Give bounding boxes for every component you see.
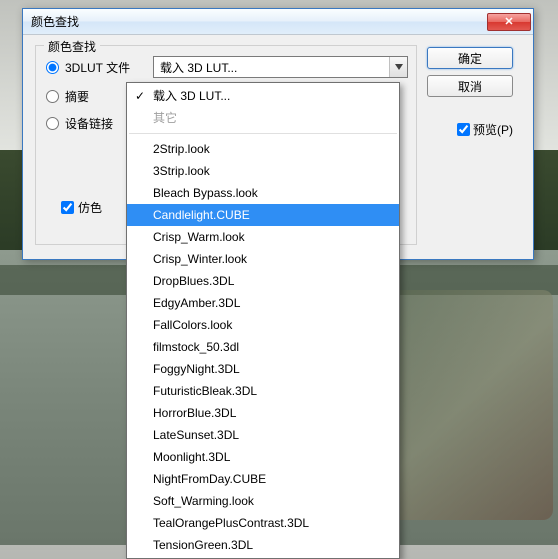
lut-combobox[interactable]: 载入 3D LUT... [153, 56, 408, 78]
dropdown-item-label: FoggyNight.3DL [153, 362, 240, 376]
preview-checkbox[interactable] [457, 123, 470, 136]
dropdown-item[interactable]: Soft_Warming.look [127, 490, 399, 512]
dropdown-item[interactable]: Crisp_Warm.look [127, 226, 399, 248]
dropdown-item-label: 载入 3D LUT... [153, 89, 230, 103]
radio-abstract[interactable] [46, 90, 59, 103]
dropdown-item-label: EdgyAmber.3DL [153, 296, 240, 310]
dropdown-item[interactable]: Moonlight.3DL [127, 446, 399, 468]
lut-combobox-value: 载入 3D LUT... [160, 59, 389, 76]
dropdown-item[interactable]: FoggyNight.3DL [127, 358, 399, 380]
dropdown-item-label: Crisp_Winter.look [153, 252, 247, 266]
dropdown-item[interactable]: TensionGreen.3DL [127, 534, 399, 556]
dropdown-item-label: Bleach Bypass.look [153, 186, 258, 200]
dropdown-item-label: DropBlues.3DL [153, 274, 234, 288]
dropdown-item[interactable]: FuturisticBleak.3DL [127, 380, 399, 402]
titlebar[interactable]: 颜色查找 ✕ [23, 9, 533, 35]
preview-checkbox-row[interactable]: 预览(P) [457, 121, 513, 138]
dropdown-item-label: Crisp_Warm.look [153, 230, 245, 244]
dropdown-item-label: LateSunset.3DL [153, 428, 239, 442]
radio-device[interactable] [46, 117, 59, 130]
radio-3dlut-label: 3DLUT 文件 [65, 59, 147, 76]
dropdown-item[interactable]: Candlelight.CUBE [127, 204, 399, 226]
dropdown-item[interactable]: NightFromDay.CUBE [127, 468, 399, 490]
dropdown-item[interactable]: EdgyAmber.3DL [127, 292, 399, 314]
dialog-title: 颜色查找 [31, 13, 487, 30]
dropdown-item-label: Candlelight.CUBE [153, 208, 250, 222]
dropdown-item-label: 2Strip.look [153, 142, 210, 156]
dropdown-item[interactable]: filmstock_50.3dl [127, 336, 399, 358]
preview-label: 预览(P) [473, 121, 513, 138]
background-boats [373, 290, 553, 520]
dropdown-item-label: NightFromDay.CUBE [153, 472, 266, 486]
dropdown-item-label: FuturisticBleak.3DL [153, 384, 257, 398]
dropdown-item[interactable]: Crisp_Winter.look [127, 248, 399, 270]
dropdown-item-label: 3Strip.look [153, 164, 210, 178]
close-icon: ✕ [504, 15, 513, 28]
check-icon: ✓ [135, 88, 145, 104]
dropdown-item[interactable]: 2Strip.look [127, 138, 399, 160]
chevron-down-icon [389, 57, 407, 77]
dropdown-item[interactable]: HorrorBlue.3DL [127, 402, 399, 424]
fieldset-legend: 颜色查找 [44, 38, 100, 55]
dropdown-item[interactable]: Bleach Bypass.look [127, 182, 399, 204]
dropdown-item-other: 其它 [127, 107, 399, 129]
dropdown-separator [129, 133, 397, 134]
dropdown-item-label: Moonlight.3DL [153, 450, 230, 464]
option-row-3dlut: 3DLUT 文件 载入 3D LUT... [46, 56, 408, 78]
dither-label: 仿色 [78, 199, 102, 216]
dropdown-item-label: HorrorBlue.3DL [153, 406, 236, 420]
dropdown-item-label: TensionGreen.3DL [153, 538, 253, 552]
dropdown-item-label: Soft_Warming.look [153, 494, 254, 508]
radio-3dlut[interactable] [46, 61, 59, 74]
lut-dropdown-list[interactable]: ✓ 载入 3D LUT... 其它 2Strip.look 3Strip.look… [126, 82, 400, 559]
dropdown-item-label: FallColors.look [153, 318, 232, 332]
dither-checkbox[interactable] [61, 201, 74, 214]
dropdown-item-label: filmstock_50.3dl [153, 340, 239, 354]
cancel-button[interactable]: 取消 [427, 75, 513, 97]
dither-checkbox-row[interactable]: 仿色 [61, 199, 102, 216]
dropdown-item-label: TealOrangePlusContrast.3DL [153, 516, 309, 530]
dropdown-item-current[interactable]: ✓ 载入 3D LUT... [127, 85, 399, 107]
dropdown-item-label: 其它 [153, 111, 177, 125]
dropdown-item[interactable]: 3Strip.look [127, 160, 399, 182]
dropdown-item[interactable]: DropBlues.3DL [127, 270, 399, 292]
dropdown-item[interactable]: FallColors.look [127, 314, 399, 336]
close-button[interactable]: ✕ [487, 13, 531, 31]
dropdown-item[interactable]: TealOrangePlusContrast.3DL [127, 512, 399, 534]
button-column: 确定 取消 预览(P) [427, 45, 513, 245]
dropdown-item[interactable]: LateSunset.3DL [127, 424, 399, 446]
ok-button[interactable]: 确定 [427, 47, 513, 69]
